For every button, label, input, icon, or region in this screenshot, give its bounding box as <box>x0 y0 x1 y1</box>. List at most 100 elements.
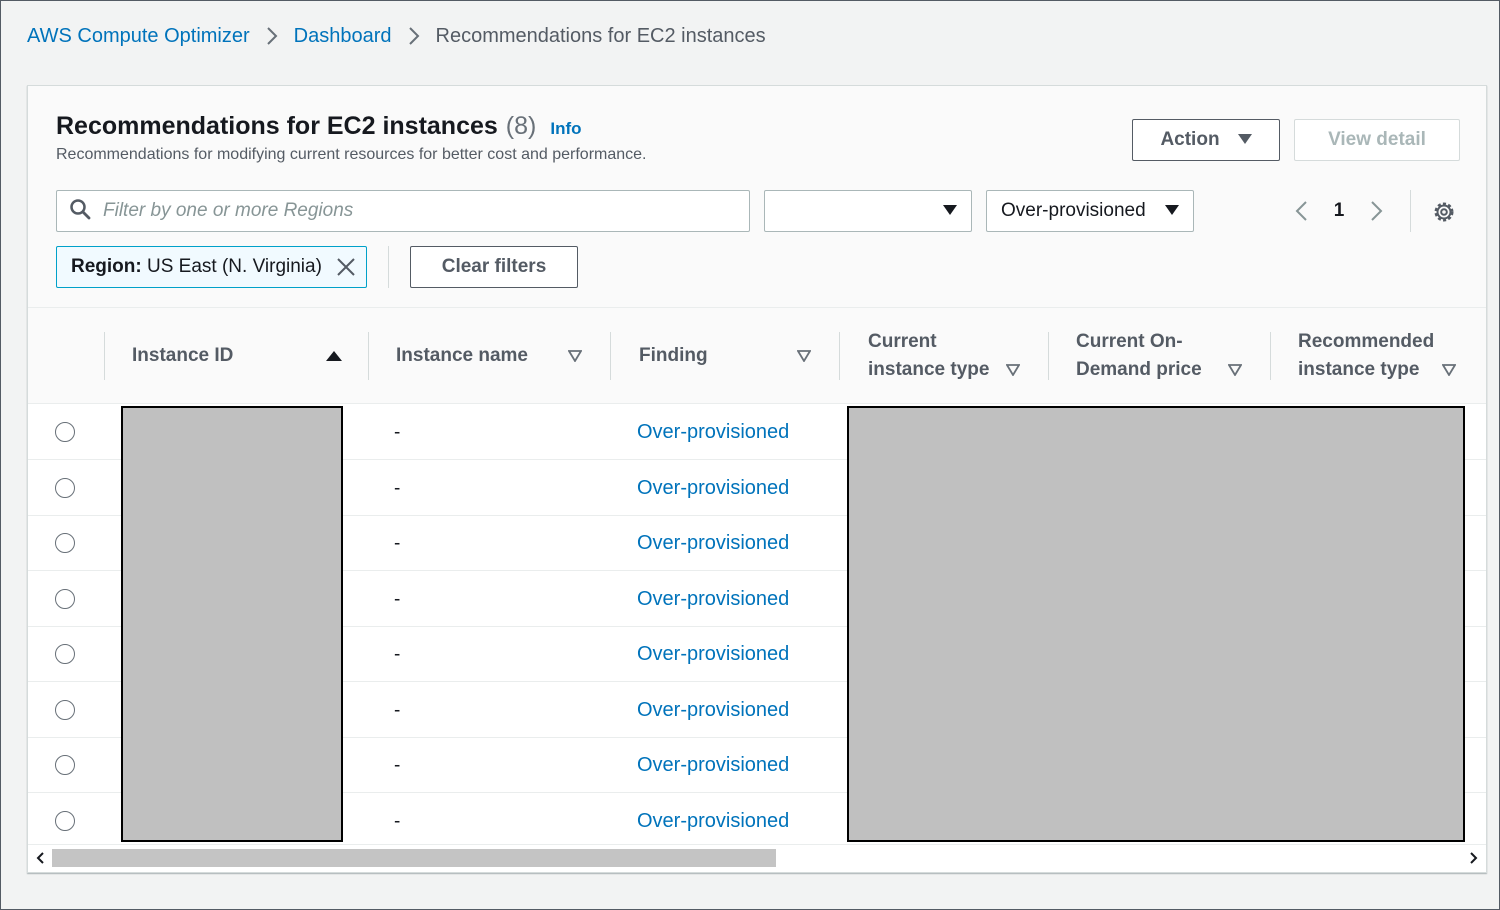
search-placeholder: Filter by one or more Regions <box>103 200 354 221</box>
finding-link[interactable]: Over-provisioned <box>637 588 789 611</box>
next-page-button[interactable] <box>1360 190 1394 232</box>
column-divider <box>1270 332 1271 380</box>
column-label-line: Recommended <box>1298 331 1435 352</box>
row-select-radio[interactable] <box>55 589 75 609</box>
row-select-radio[interactable] <box>55 700 75 720</box>
action-button-label: Action <box>1160 129 1220 150</box>
instance-name-cell: - <box>394 478 401 499</box>
finding-link[interactable]: Over-provisioned <box>637 477 789 500</box>
instance-name-cell: - <box>394 811 401 832</box>
gear-icon <box>1434 202 1454 222</box>
table-header: Instance ID Instance name Finding Curren… <box>28 308 1486 404</box>
row-select-radio[interactable] <box>55 478 75 498</box>
divider <box>388 246 389 288</box>
column-header-current-instance-type[interactable]: Current instance type <box>868 308 1048 404</box>
column-label-line: Current <box>868 331 937 352</box>
column-label: Finding <box>639 345 708 366</box>
scroll-right-arrow-icon[interactable] <box>1466 849 1482 867</box>
row-select-radio[interactable] <box>55 422 75 442</box>
column-label: Current On- Demand price <box>1076 328 1202 384</box>
column-label-line: instance type <box>868 359 990 380</box>
column-divider <box>1048 332 1049 380</box>
clear-filters-button[interactable]: Clear filters <box>410 246 578 288</box>
chevron-right-icon <box>1371 201 1383 221</box>
column-label-line: Current On- <box>1076 331 1183 352</box>
finding-link[interactable]: Over-provisioned <box>637 699 789 722</box>
column-label: Instance ID <box>132 345 234 366</box>
sort-icon <box>1006 364 1020 376</box>
sort-icon <box>1442 364 1456 376</box>
column-divider <box>104 332 105 380</box>
table-header-area: Recommendations for EC2 instances (8) In… <box>28 86 1486 308</box>
column-header-instance-id[interactable]: Instance ID <box>132 308 368 404</box>
column-label-line: Demand price <box>1076 359 1202 380</box>
caret-down-icon <box>1237 129 1252 151</box>
column-divider <box>610 332 611 380</box>
search-icon <box>69 198 91 225</box>
title-row: Recommendations for EC2 instances (8) In… <box>56 112 582 141</box>
filter-select-1[interactable] <box>764 190 972 232</box>
scrollbar-thumb[interactable] <box>52 849 776 867</box>
finding-link[interactable]: Over-provisioned <box>637 643 789 666</box>
column-label: Instance name <box>396 345 528 366</box>
token-text: Region: US East (N. Virginia) <box>71 256 322 278</box>
item-count: (8) <box>505 112 537 140</box>
redacted-instance-ids <box>121 406 343 842</box>
instance-name-cell: - <box>394 422 401 443</box>
info-link[interactable]: Info <box>550 119 581 139</box>
column-divider <box>839 332 840 380</box>
column-label-line: instance type <box>1298 359 1420 380</box>
remove-token-button[interactable] <box>336 257 356 277</box>
breadcrumb-current: Recommendations for EC2 instances <box>435 24 766 47</box>
page-number[interactable]: 1 <box>1318 200 1360 222</box>
row-select-radio[interactable] <box>55 755 75 775</box>
sort-ascending-icon <box>326 350 342 362</box>
column-header-instance-name[interactable]: Instance name <box>396 308 610 404</box>
instance-name-cell: - <box>394 700 401 721</box>
row-select-radio[interactable] <box>55 811 75 831</box>
breadcrumb: AWS Compute Optimizer Dashboard Recommen… <box>27 21 766 51</box>
finding-link[interactable]: Over-provisioned <box>637 810 789 833</box>
column-header-finding[interactable]: Finding <box>639 308 839 404</box>
finding-link[interactable]: Over-provisioned <box>637 532 789 555</box>
chevron-left-icon <box>1295 201 1307 221</box>
token-key: Region: <box>71 256 142 277</box>
region-filter-input[interactable]: Filter by one or more Regions <box>56 190 750 232</box>
breadcrumb-link-dashboard[interactable]: Dashboard <box>294 25 392 48</box>
finding-filter-select[interactable]: Over-provisioned <box>986 190 1194 232</box>
sort-icon <box>568 350 582 362</box>
token-value: US East (N. Virginia) <box>147 256 322 277</box>
instance-name-cell: - <box>394 644 401 665</box>
column-label: Current instance type <box>868 328 989 384</box>
scroll-left-arrow-icon[interactable] <box>32 849 48 867</box>
caret-down-icon <box>1165 200 1179 222</box>
column-label: Recommended instance type <box>1298 328 1434 384</box>
horizontal-scrollbar[interactable] <box>28 844 1486 872</box>
instance-name-cell: - <box>394 533 401 554</box>
finding-link[interactable]: Over-provisioned <box>637 754 789 777</box>
page-description: Recommendations for modifying current re… <box>56 146 647 163</box>
select-value: Over-provisioned <box>1001 200 1146 221</box>
row-select-radio[interactable] <box>55 644 75 664</box>
caret-down-icon <box>943 200 957 222</box>
previous-page-button[interactable] <box>1284 190 1318 232</box>
chevron-right-icon <box>266 26 278 46</box>
view-detail-button[interactable]: View detail <box>1294 119 1460 161</box>
close-icon <box>337 258 355 276</box>
redacted-instance-details <box>847 406 1465 842</box>
page-title: Recommendations for EC2 instances <box>56 112 498 140</box>
finding-link[interactable]: Over-provisioned <box>637 421 789 444</box>
column-header-recommended-instance-type[interactable]: Recommended instance type <box>1298 308 1484 404</box>
sort-icon <box>1228 364 1242 376</box>
pagination: 1 <box>1284 190 1394 232</box>
column-header-on-demand-price[interactable]: Current On- Demand price <box>1076 308 1270 404</box>
sort-icon <box>797 350 811 362</box>
breadcrumb-link-compute-optimizer[interactable]: AWS Compute Optimizer <box>27 25 250 48</box>
divider <box>1410 190 1411 232</box>
settings-button[interactable] <box>1428 196 1460 228</box>
action-button[interactable]: Action <box>1132 119 1280 161</box>
instance-name-cell: - <box>394 589 401 610</box>
row-select-radio[interactable] <box>55 533 75 553</box>
instance-name-cell: - <box>394 755 401 776</box>
region-filter-token: Region: US East (N. Virginia) <box>56 246 367 288</box>
